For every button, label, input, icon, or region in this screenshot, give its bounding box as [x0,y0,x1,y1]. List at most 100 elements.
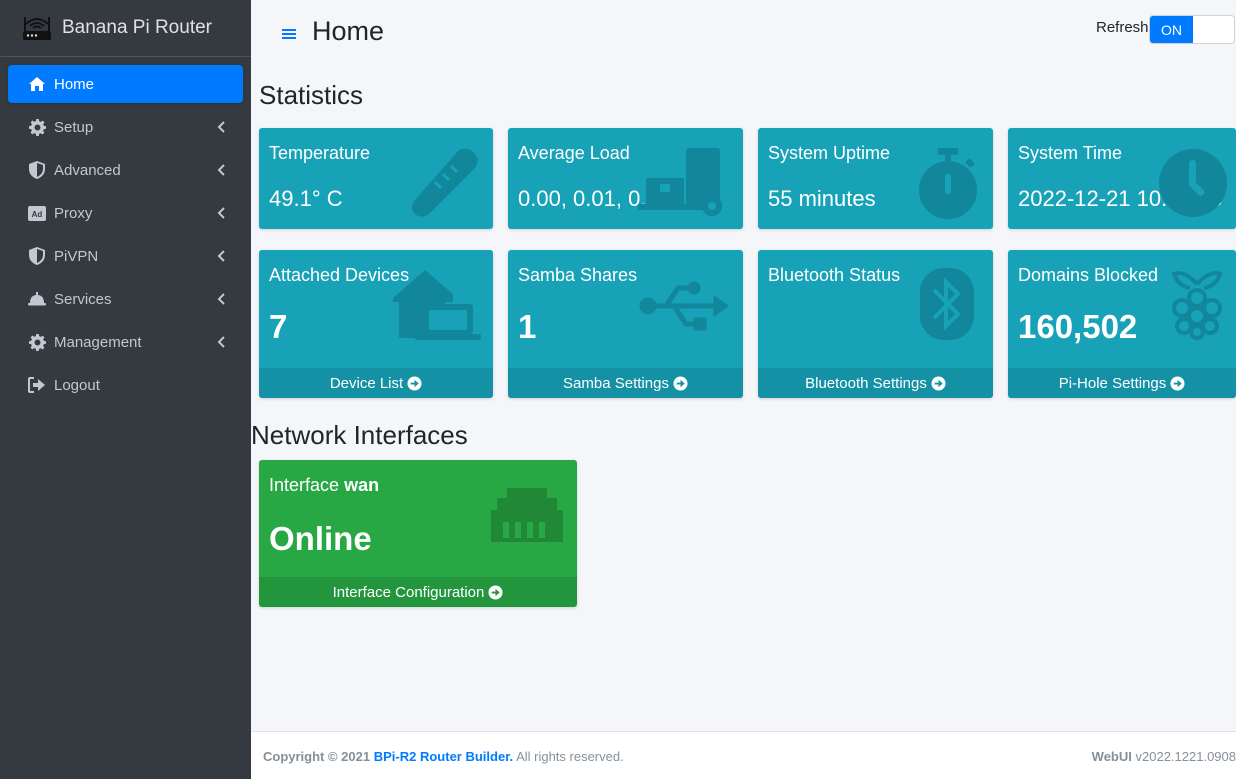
thermometer-icon [412,148,478,217]
interface-label: Interface wan [269,475,379,496]
footer-link-label: Interface Configuration [332,583,485,601]
statistics-title: Statistics [259,80,364,110]
card-label: Average Load [518,143,630,163]
domains-blocked-card: Domains Blocked 160,502 Pi-Hole Settings [1008,250,1236,398]
sidebar-item-label: Setup [54,118,94,136]
interface-name: wan [344,475,380,495]
ad-icon: Ad [28,204,46,222]
stopwatch-icon [919,148,977,219]
arrow-circle-right-icon [673,375,688,391]
sidebar-item-label: PiVPN [54,247,99,265]
sidebar-item-management[interactable]: Management [8,323,243,361]
sidebar-item-proxy[interactable]: Ad Proxy [8,194,243,232]
device-list-link[interactable]: Device List [259,368,493,398]
card-value: 1 [518,308,537,345]
brand-link[interactable]: Banana Pi Router [0,0,251,57]
router-logo-icon [23,17,51,40]
arrow-circle-right-icon [1170,375,1185,391]
system-time-card: System Time 2022-12-21 10:07:43 [1008,128,1236,229]
brand-text: Banana Pi Router [62,17,212,38]
sidebar: Banana Pi Router Home Setup Advanced Ad [0,0,251,779]
card-label: Bluetooth Status [768,265,901,285]
copyright: Copyright © 2021 BPi-R2 Router Builder. … [263,749,624,764]
sidebar-item-pivpn[interactable]: PiVPN [8,237,243,275]
refresh-label: Refresh [1096,19,1149,36]
logout-icon [28,376,46,394]
top-navbar: Home Refresh ON [251,0,1236,66]
bluetooth-settings-link[interactable]: Bluetooth Settings [758,368,993,398]
network-interfaces-title: Network Interfaces [251,420,468,450]
sidebar-item-label: Advanced [54,161,121,179]
svg-text:Ad: Ad [32,210,43,219]
chevron-left-icon [217,121,225,133]
sidebar-item-label: Home [54,75,95,93]
sidebar-item-setup[interactable]: Setup [8,108,243,146]
samba-settings-link[interactable]: Samba Settings [508,368,743,398]
usb-icon [639,281,729,331]
card-label: Temperature [269,143,371,163]
version-text: v2022.1221.0908 [1135,749,1236,764]
sidebar-nav: Home Setup Advanced Ad Proxy PiVPN Servi… [0,57,251,404]
card-value: 160,502 [1018,308,1138,345]
footer-link-label: Bluetooth Settings [805,374,927,392]
arrow-circle-right-icon [407,375,422,391]
bluetooth-status-card: Bluetooth Status Bluetooth Settings [758,250,993,398]
interface-wan-card: Interface wan Online Interface Configura… [259,460,577,607]
chevron-left-icon [217,336,225,348]
footer-link-label: Pi-Hole Settings [1058,374,1167,392]
arrow-circle-right-icon [488,584,503,600]
card-value: 49.1° C [269,186,343,211]
sidebar-item-home[interactable]: Home [8,65,243,103]
bluetooth-icon [920,268,974,340]
sidebar-item-advanced[interactable]: Advanced [8,151,243,189]
attached-devices-card: Attached Devices 7 Device List [259,250,493,398]
sidebar-item-logout[interactable]: Logout [8,366,243,404]
bell-icon [28,290,46,308]
house-laptop-icon [393,270,481,340]
toggle-on-label: ON [1150,16,1193,43]
card-value: 55 minutes [768,186,876,211]
footer-link-label: Samba Settings [563,374,669,392]
card-label: System Time [1018,143,1123,163]
interface-configuration-link[interactable]: Interface Configuration [259,577,577,607]
chevron-left-icon [217,250,225,262]
hamburger-menu-icon[interactable] [281,26,297,42]
gear-icon [28,118,46,136]
samba-shares-card: Samba Shares 1 Samba Settings [508,250,743,398]
card-label: Samba Shares [518,265,638,285]
ethernet-icon [491,488,563,542]
page-footer: Copyright © 2021 BPi-R2 Router Builder. … [251,731,1236,779]
webui-label: WebUI [1091,749,1132,764]
sidebar-item-label: Logout [54,376,100,394]
footer-link-label: Device List [329,374,404,392]
rights-text: All rights reserved. [516,749,624,764]
version-info: WebUI v2022.1221.0908 [1092,749,1236,764]
sidebar-item-label: Proxy [54,204,93,222]
pihole-settings-link[interactable]: Pi-Hole Settings [1008,368,1236,398]
temperature-card: Temperature 49.1° C [259,128,493,229]
average-load-card: Average Load 0.00, 0.01, 0.08 [508,128,743,229]
system-uptime-card: System Uptime 55 minutes [758,128,993,229]
home-icon [28,75,46,93]
gear-icon [28,333,46,351]
card-label: System Uptime [768,143,891,163]
raspberry-pi-icon [1171,271,1223,340]
card-value: 7 [269,308,288,345]
chevron-left-icon [217,164,225,176]
copyright-text: Copyright © 2021 [263,749,371,764]
card-label: Domains Blocked [1018,265,1159,285]
arrow-circle-right-icon [931,375,946,391]
sidebar-item-label: Management [54,333,142,351]
builder-link[interactable]: BPi-R2 Router Builder. [374,749,513,764]
interface-prefix: Interface [269,475,340,495]
chevron-left-icon [217,293,225,305]
sidebar-item-services[interactable]: Services [8,280,243,318]
chevron-left-icon [217,207,225,219]
sidebar-item-label: Services [54,290,112,308]
page-title: Home [312,16,385,46]
clock-icon [1159,149,1227,217]
interface-status: Online [269,520,372,557]
shield-icon [28,247,46,265]
shield-icon [28,161,46,179]
refresh-toggle[interactable]: ON [1149,15,1235,44]
